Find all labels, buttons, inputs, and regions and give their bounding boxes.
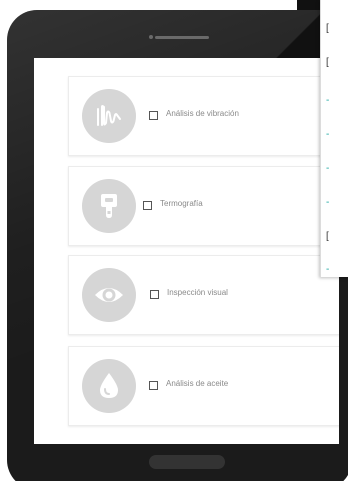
side-item: - <box>326 95 330 106</box>
thermal-camera-icon <box>82 179 136 233</box>
camera-icon <box>149 35 153 39</box>
checkbox-oil-analysis[interactable] <box>149 381 158 390</box>
service-card-vibration[interactable]: Análisis de vibración <box>68 76 339 156</box>
side-item: - <box>326 197 330 208</box>
vibration-wave-icon <box>82 89 136 143</box>
side-item: - <box>326 129 330 140</box>
tablet-screen: Análisis de vibración Termografía Inspec… <box>34 58 339 444</box>
checkbox-thermography[interactable] <box>143 201 152 210</box>
side-item: [ <box>326 231 329 242</box>
service-card-visual-inspection[interactable]: Inspección visual <box>68 255 339 335</box>
checkbox-vibration[interactable] <box>149 111 158 120</box>
side-item: [ <box>326 23 329 34</box>
tablet-device: Análisis de vibración Termografía Inspec… <box>7 10 348 481</box>
service-label: Análisis de aceite <box>166 379 229 388</box>
service-card-oil-analysis[interactable]: Análisis de aceite <box>68 346 339 426</box>
side-item: [ <box>326 57 329 68</box>
side-item: - <box>326 163 330 174</box>
service-label: Inspección visual <box>167 288 228 297</box>
service-card-thermography[interactable]: Termografía <box>68 166 339 246</box>
speaker-grille <box>155 36 209 39</box>
side-panel: [ [ - - - - [ - <box>320 0 348 277</box>
service-label: Análisis de vibración <box>166 109 239 118</box>
mockup-stage: Análisis de vibración Termografía Inspec… <box>0 0 348 481</box>
home-button <box>149 455 225 469</box>
oil-drop-icon <box>82 359 136 413</box>
eye-icon <box>82 268 136 322</box>
service-label: Termografía <box>160 199 203 208</box>
checkbox-visual-inspection[interactable] <box>150 290 159 299</box>
side-item: - <box>326 264 330 275</box>
